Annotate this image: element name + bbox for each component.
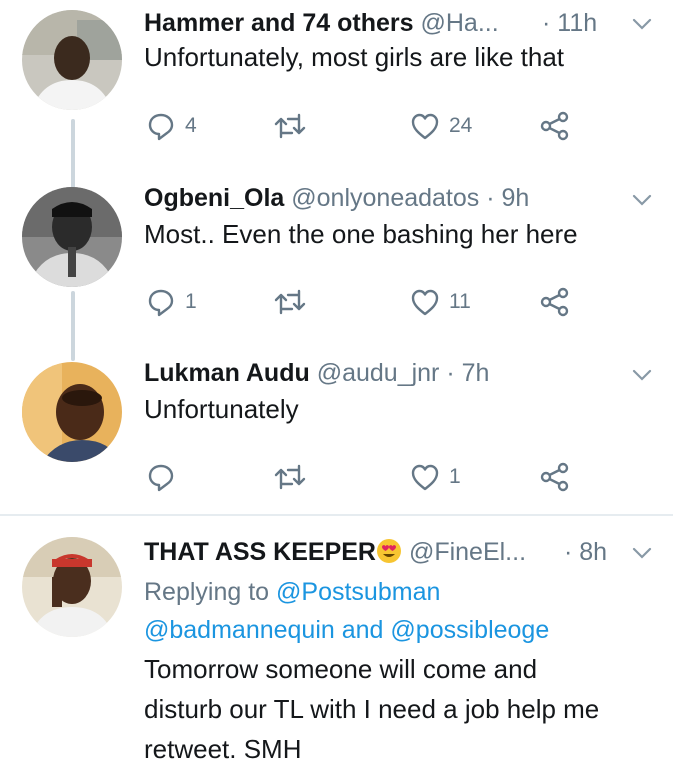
display-name[interactable]: THAT ASS KEEPER xyxy=(144,538,376,566)
heart-eyes-emoji-icon xyxy=(376,539,401,563)
retweet-icon xyxy=(274,113,306,139)
display-name[interactable]: Lukman Audu xyxy=(144,359,310,387)
reply-count: 4 xyxy=(185,114,197,137)
avatar[interactable] xyxy=(22,187,122,287)
avatar[interactable] xyxy=(22,362,122,462)
tweet-text: Most.. Even the one bashing her here xyxy=(144,219,578,249)
replying-to-label: Replying to xyxy=(144,578,270,606)
like-button[interactable]: 24 xyxy=(410,109,472,143)
reply-count: 1 xyxy=(185,290,197,313)
thread-line xyxy=(71,119,75,191)
share-icon xyxy=(540,111,569,141)
user-handle[interactable]: @onlyoneadatos xyxy=(291,184,479,212)
chevron-down-icon[interactable] xyxy=(632,17,652,31)
tweet-actions: 1 xyxy=(144,460,584,494)
timestamp[interactable]: · 7h xyxy=(446,359,489,387)
chevron-down-icon[interactable] xyxy=(632,546,652,560)
share-button[interactable] xyxy=(540,285,570,319)
reply-button[interactable]: 4 xyxy=(146,109,197,143)
reply-icon xyxy=(148,113,174,141)
heart-icon xyxy=(411,464,439,491)
heart-icon xyxy=(411,289,439,316)
replying-to-continued: @badmannequin and @possibleoge xyxy=(144,613,549,647)
tweet-actions: 1 11 xyxy=(144,285,584,319)
display-name[interactable]: Hammer and 74 others xyxy=(144,9,414,37)
share-icon xyxy=(540,462,569,492)
timestamp[interactable]: · 11h xyxy=(542,8,597,38)
reply-icon xyxy=(148,464,174,492)
reply-button[interactable]: 1 xyxy=(146,285,197,319)
tweet-actions: 4 24 xyxy=(144,109,584,143)
replying-and-label: and xyxy=(341,616,384,644)
tweet-header: THAT ASS KEEPER @FineEl... xyxy=(144,537,526,567)
tweet-text-line: disturb our TL with I need a job help me xyxy=(144,694,600,724)
heart-icon xyxy=(411,113,439,140)
display-name[interactable]: Ogbeni_Ola xyxy=(144,184,284,212)
replying-to: Replying to @Postsubman xyxy=(144,575,440,609)
tweet-text: Unfortunately xyxy=(144,394,299,424)
share-button[interactable] xyxy=(540,109,570,143)
retweet-button[interactable] xyxy=(272,109,317,143)
like-count: 11 xyxy=(449,290,471,313)
avatar[interactable] xyxy=(22,10,122,110)
like-button[interactable]: 1 xyxy=(410,460,461,494)
avatar[interactable] xyxy=(22,537,122,637)
user-handle[interactable]: @audu_jnr xyxy=(317,359,440,387)
mention-link[interactable]: @badmannequin xyxy=(144,616,335,644)
mention-link[interactable]: @possibleoge xyxy=(390,616,549,644)
tweet-header: Hammer and 74 others @Ha... xyxy=(144,8,499,38)
user-handle[interactable]: @Ha... xyxy=(421,9,499,37)
tweet-text-line: Tomorrow someone will come and xyxy=(144,654,538,684)
timestamp[interactable]: · 8h xyxy=(564,537,607,567)
chevron-down-icon[interactable] xyxy=(632,193,652,207)
tweet-header: Ogbeni_Ola @onlyoneadatos · 9h xyxy=(144,183,529,213)
retweet-icon xyxy=(274,289,306,315)
share-icon xyxy=(540,287,569,317)
reply-button[interactable] xyxy=(146,460,185,494)
retweet-button[interactable] xyxy=(272,460,317,494)
like-count: 1 xyxy=(449,465,461,488)
tweet-text-line: retweet. SMH xyxy=(144,734,302,764)
retweet-button[interactable] xyxy=(272,285,317,319)
mention-link[interactable]: @Postsubman xyxy=(276,578,440,606)
user-handle[interactable]: @FineEl... xyxy=(409,538,526,566)
divider xyxy=(0,514,673,516)
retweet-icon xyxy=(274,464,306,490)
share-button[interactable] xyxy=(540,460,570,494)
like-count: 24 xyxy=(449,114,473,137)
tweet-text: Unfortunately, most girls are like that xyxy=(144,42,565,72)
timestamp[interactable]: · 9h xyxy=(486,184,529,212)
reply-icon xyxy=(148,289,174,317)
chevron-down-icon[interactable] xyxy=(632,368,652,382)
tweet-header: Lukman Audu @audu_jnr · 7h xyxy=(144,358,489,388)
like-button[interactable]: 11 xyxy=(410,285,471,319)
thread-line xyxy=(71,291,75,361)
